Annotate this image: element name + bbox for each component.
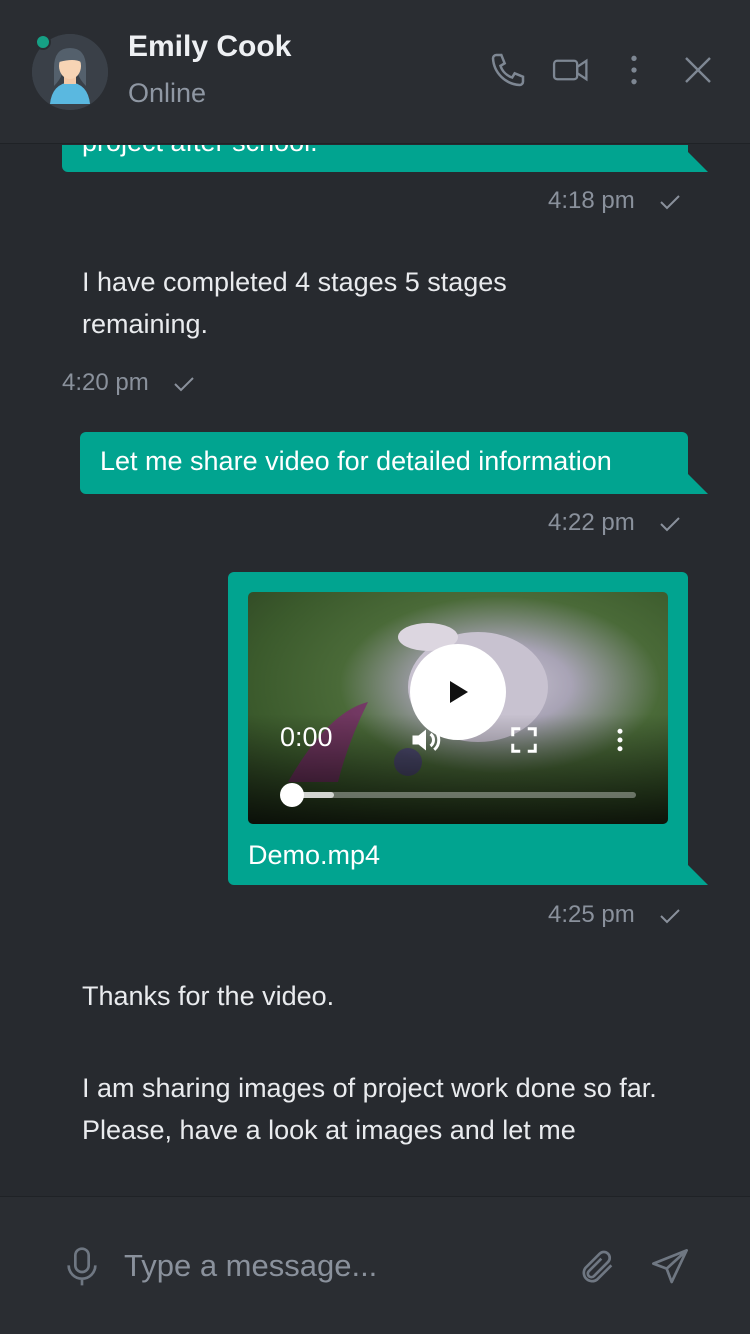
send-icon[interactable] bbox=[648, 1245, 692, 1289]
message-line: Thanks for the video. bbox=[82, 981, 335, 1011]
attachment-icon[interactable] bbox=[576, 1245, 620, 1289]
bubble-tail bbox=[688, 152, 708, 172]
message-time: 4:18 pm bbox=[548, 187, 681, 215]
message-time: 4:25 pm bbox=[548, 901, 681, 929]
video-message[interactable]: 0:00 Demo.mp4 bbox=[228, 572, 708, 885]
volume-icon[interactable] bbox=[408, 722, 444, 758]
bubble-tail bbox=[688, 865, 708, 885]
contact-name: Emily Cook bbox=[128, 30, 292, 63]
message-line: I am sharing images of project work done… bbox=[82, 1073, 657, 1103]
incoming-message[interactable]: I have completed 4 stages 5 stages remai… bbox=[82, 261, 562, 345]
message-time: 4:22 pm bbox=[548, 509, 681, 537]
play-icon bbox=[450, 681, 468, 703]
check-icon bbox=[660, 516, 681, 532]
online-indicator bbox=[35, 34, 51, 50]
message-text: Let me share video for detailed informat… bbox=[100, 446, 612, 476]
message-text: project after school. bbox=[82, 145, 318, 157]
close-icon[interactable] bbox=[678, 50, 718, 90]
message-line: Please, have a look at images and let me bbox=[82, 1115, 576, 1145]
check-icon bbox=[174, 376, 195, 392]
message-list[interactable]: project after school. 4:18 pm I have com… bbox=[0, 145, 750, 1195]
video-more-icon[interactable] bbox=[602, 722, 638, 758]
check-icon bbox=[660, 194, 681, 210]
outgoing-message[interactable]: Let me share video for detailed informat… bbox=[80, 432, 708, 494]
phone-icon[interactable] bbox=[488, 50, 528, 90]
video-camera-icon[interactable] bbox=[551, 50, 591, 90]
video-progress-track[interactable] bbox=[284, 792, 636, 798]
message-time: 4:20 pm bbox=[62, 369, 195, 397]
video-player[interactable]: 0:00 bbox=[248, 592, 668, 824]
microphone-icon[interactable] bbox=[60, 1245, 104, 1289]
bubble-tail bbox=[688, 474, 708, 494]
video-filename: Demo.mp4 bbox=[248, 840, 381, 870]
incoming-message[interactable]: Thanks for the video. I am sharing image… bbox=[82, 975, 682, 1151]
message-input[interactable] bbox=[124, 1241, 554, 1291]
video-current-time: 0:00 bbox=[280, 722, 333, 752]
outgoing-message[interactable]: project after school. bbox=[62, 145, 708, 172]
more-vertical-icon[interactable] bbox=[614, 50, 654, 90]
check-icon bbox=[660, 908, 681, 924]
message-composer bbox=[0, 1196, 750, 1334]
chat-header: Emily Cook Online bbox=[0, 0, 750, 144]
fullscreen-icon[interactable] bbox=[506, 722, 542, 758]
video-scrubber-handle[interactable] bbox=[280, 783, 304, 807]
contact-status: Online bbox=[128, 78, 207, 108]
